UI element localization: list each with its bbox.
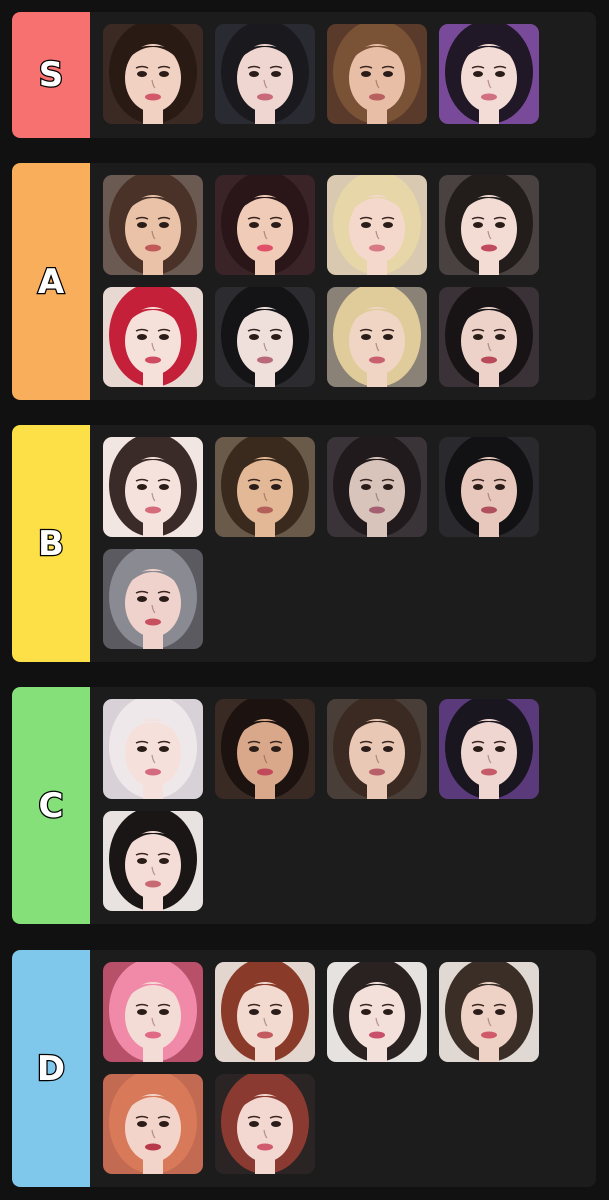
tier-label-s[interactable]: S: [12, 12, 90, 138]
face-portrait-icon: [103, 811, 203, 911]
face-portrait-icon: [439, 175, 539, 275]
tier-item-photo[interactable]: [215, 175, 315, 275]
face-portrait-icon: [103, 24, 203, 124]
face-portrait-icon: [103, 1074, 203, 1174]
face-portrait-icon: [439, 962, 539, 1062]
tier-item-photo[interactable]: [103, 549, 203, 649]
tier-items: [90, 687, 596, 924]
tier-item-photo[interactable]: [439, 962, 539, 1062]
tier-letter: C: [37, 784, 64, 827]
face-portrait-icon: [327, 699, 427, 799]
tier-item-photo[interactable]: [215, 1074, 315, 1174]
tier-list: S A B C D: [0, 0, 609, 1200]
face-portrait-icon: [103, 962, 203, 1062]
tier-item-photo[interactable]: [327, 437, 427, 537]
tier-item-photo[interactable]: [215, 24, 315, 124]
tier-row-s: S: [12, 12, 596, 138]
tier-item-photo[interactable]: [103, 811, 203, 911]
tier-item-photo[interactable]: [215, 699, 315, 799]
face-portrait-icon: [327, 287, 427, 387]
tier-item-photo[interactable]: [215, 287, 315, 387]
tier-row-a: A: [12, 163, 596, 400]
tier-item-photo[interactable]: [327, 287, 427, 387]
tier-item-photo[interactable]: [327, 24, 427, 124]
tier-item-photo[interactable]: [439, 24, 539, 124]
tier-letter: S: [38, 54, 65, 97]
tier-item-photo[interactable]: [103, 699, 203, 799]
tier-row-d: D: [12, 950, 596, 1187]
face-portrait-icon: [103, 699, 203, 799]
tier-label-d[interactable]: D: [12, 950, 90, 1187]
tier-item-photo[interactable]: [327, 962, 427, 1062]
tier-items: [90, 950, 596, 1187]
tier-item-photo[interactable]: [103, 287, 203, 387]
tier-label-a[interactable]: A: [12, 163, 90, 400]
face-portrait-icon: [439, 24, 539, 124]
tier-item-photo[interactable]: [103, 24, 203, 124]
face-portrait-icon: [103, 437, 203, 537]
tier-label-c[interactable]: C: [12, 687, 90, 924]
tier-row-c: C: [12, 687, 596, 924]
face-portrait-icon: [103, 287, 203, 387]
face-portrait-icon: [327, 962, 427, 1062]
tier-item-photo[interactable]: [103, 175, 203, 275]
tier-letter: D: [36, 1047, 67, 1090]
face-portrait-icon: [215, 699, 315, 799]
face-portrait-icon: [215, 24, 315, 124]
face-portrait-icon: [439, 437, 539, 537]
tier-item-photo[interactable]: [103, 1074, 203, 1174]
face-portrait-icon: [439, 699, 539, 799]
face-portrait-icon: [215, 175, 315, 275]
tier-row-b: B: [12, 425, 596, 662]
tier-item-photo[interactable]: [215, 962, 315, 1062]
tier-item-photo[interactable]: [327, 699, 427, 799]
face-portrait-icon: [103, 175, 203, 275]
tier-item-photo[interactable]: [103, 962, 203, 1062]
face-portrait-icon: [215, 1074, 315, 1174]
tier-label-b[interactable]: B: [12, 425, 90, 662]
face-portrait-icon: [215, 437, 315, 537]
tier-item-photo[interactable]: [103, 437, 203, 537]
tier-items: [90, 425, 596, 662]
tier-item-photo[interactable]: [439, 699, 539, 799]
tier-item-photo[interactable]: [327, 175, 427, 275]
tier-letter: A: [37, 260, 66, 303]
face-portrait-icon: [327, 437, 427, 537]
tier-item-photo[interactable]: [215, 437, 315, 537]
tier-letter: B: [37, 522, 65, 565]
face-portrait-icon: [103, 549, 203, 649]
tier-items: [90, 163, 596, 400]
face-portrait-icon: [327, 24, 427, 124]
tier-item-photo[interactable]: [439, 287, 539, 387]
face-portrait-icon: [439, 287, 539, 387]
tier-item-photo[interactable]: [439, 175, 539, 275]
face-portrait-icon: [215, 287, 315, 387]
tier-item-photo[interactable]: [439, 437, 539, 537]
tier-items: [90, 12, 596, 138]
face-portrait-icon: [215, 962, 315, 1062]
face-portrait-icon: [327, 175, 427, 275]
